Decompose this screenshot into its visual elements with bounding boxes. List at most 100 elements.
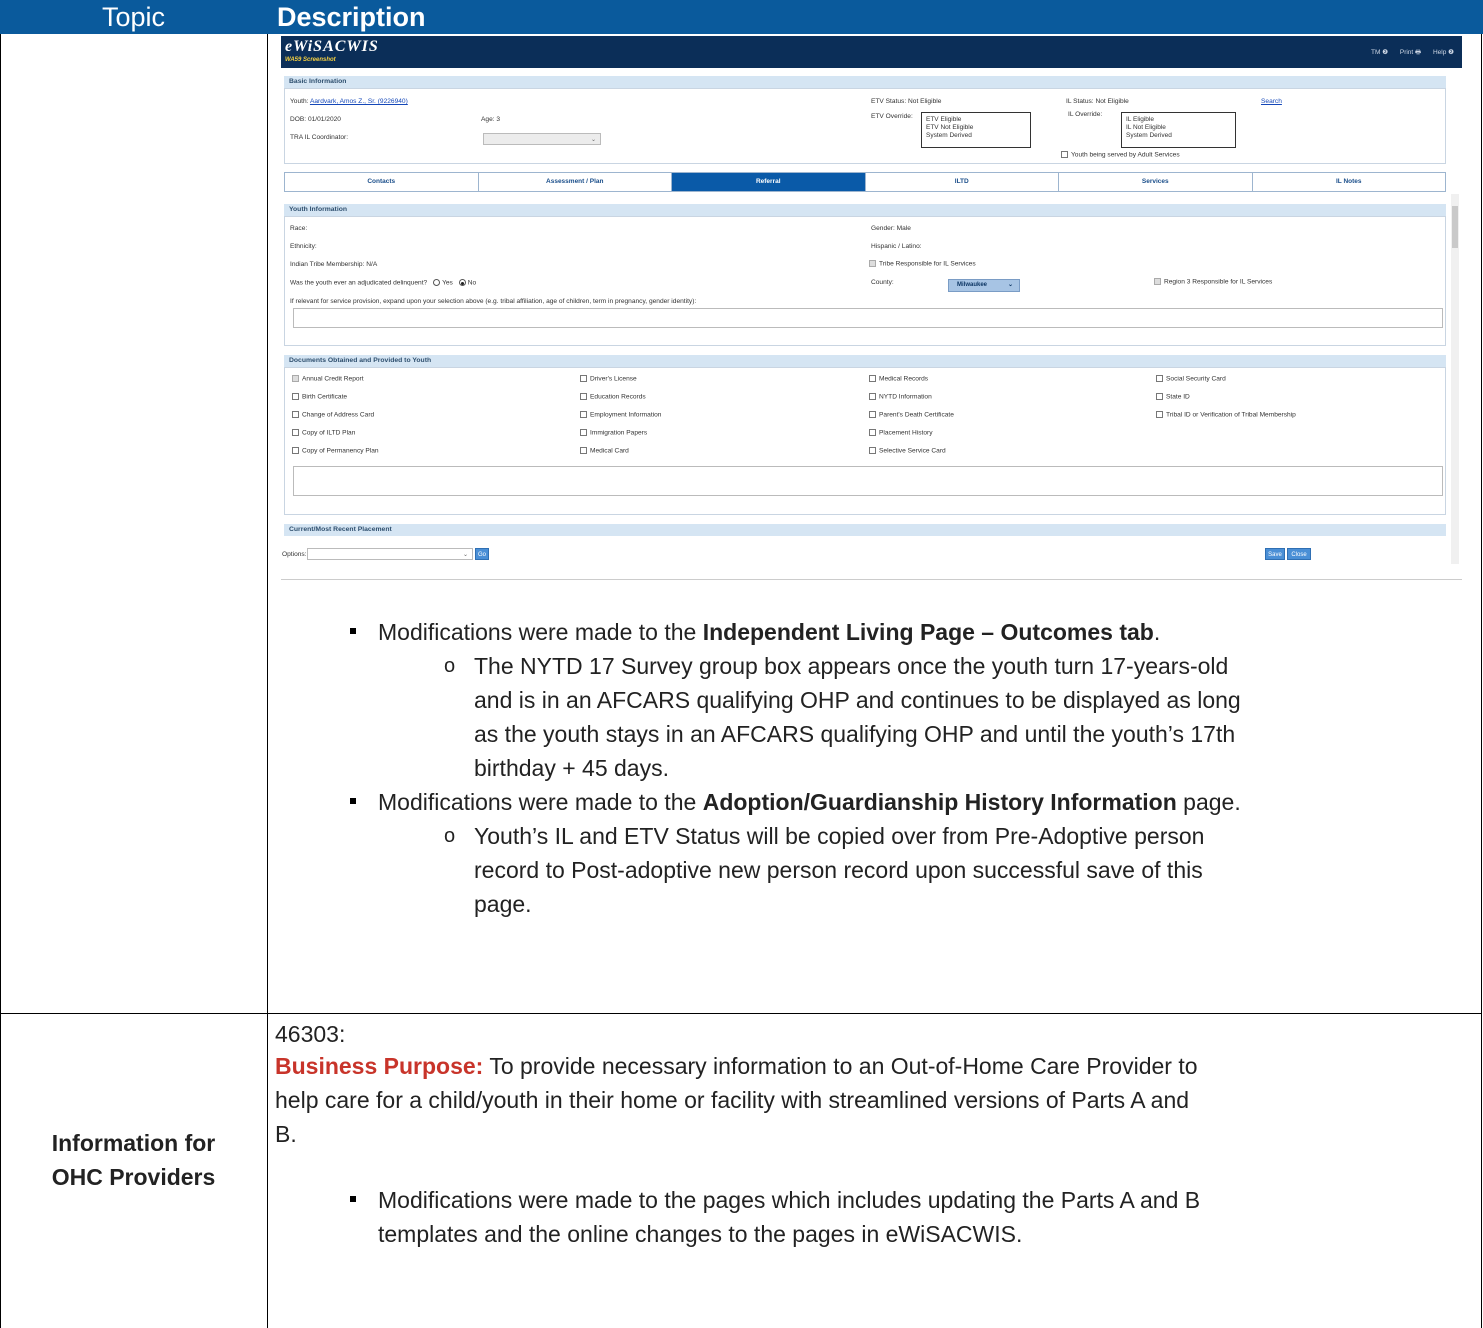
- il-override-label: IL Override:: [1068, 111, 1103, 118]
- il-option[interactable]: IL Eligible: [1126, 116, 1231, 124]
- age-text: Age: 3: [481, 116, 501, 123]
- bullet-outcomes: Modifications were made to the Independe…: [350, 615, 1160, 649]
- yes-label: Yes: [442, 279, 453, 287]
- doc-label: State ID: [1166, 393, 1190, 401]
- doc-checkbox[interactable]: [869, 429, 876, 436]
- doc-checkbox[interactable]: [1156, 393, 1163, 400]
- print-link[interactable]: Print 🖶: [1400, 49, 1421, 56]
- doc-checkbox[interactable]: [292, 375, 299, 382]
- table-border-right: [1481, 34, 1482, 1328]
- expand-prompt: If relevant for service provision, expan…: [290, 298, 697, 305]
- doc-checkbox[interactable]: [580, 447, 587, 454]
- close-button[interactable]: Close: [1287, 548, 1311, 560]
- topic-ohc-providers: Information for OHC Providers: [51, 1130, 216, 1190]
- doc-checkbox[interactable]: [1156, 375, 1163, 382]
- youth-info-header: Youth Information: [284, 204, 1446, 216]
- delinquent-yes-radio[interactable]: [433, 279, 441, 286]
- doc-checkbox[interactable]: [869, 411, 876, 418]
- doc-checkbox[interactable]: [869, 447, 876, 454]
- doc-checkbox[interactable]: [580, 393, 587, 400]
- go-button[interactable]: Go: [475, 548, 489, 560]
- document-table: Topic Description eWiSACWIS WA59 Screens…: [0, 0, 1483, 1328]
- content-scrollbar[interactable]: [1451, 194, 1459, 564]
- coordinator-select[interactable]: ⌄: [483, 133, 601, 145]
- doc-checkbox[interactable]: [292, 393, 299, 400]
- adult-services-checkbox[interactable]: [1061, 151, 1068, 158]
- save-button[interactable]: Save: [1265, 548, 1285, 560]
- ethnicity-label: Ethnicity:: [290, 243, 317, 250]
- options-select[interactable]: ⌄: [307, 548, 473, 560]
- county-select[interactable]: Milwaukee ⌄: [948, 279, 1020, 292]
- ewisacwis-screenshot: eWiSACWIS WA59 Screenshot TM ❷ Print 🖶 H…: [281, 36, 1462, 579]
- screenshot-bottom-rule: [281, 579, 1462, 580]
- tab-contacts[interactable]: Contacts: [284, 172, 478, 192]
- doc-checkbox[interactable]: [1156, 411, 1163, 418]
- etv-override-label: ETV Override:: [871, 113, 913, 120]
- doc-label: Birth Certificate: [302, 393, 348, 401]
- doc-label: Medical Records: [879, 375, 929, 383]
- tab-il-notes[interactable]: IL Notes: [1251, 172, 1446, 192]
- region3-checkbox[interactable]: [1154, 278, 1161, 285]
- doc-label: Education Records: [590, 393, 646, 401]
- search-link[interactable]: Search: [1261, 98, 1282, 105]
- delinquent-question: Was the youth ever an adjudicated delinq…: [290, 279, 428, 287]
- etv-option[interactable]: ETV Not Eligible: [926, 124, 1026, 132]
- sub-bullet-nytd: o The NYTD 17 Survey group box appears o…: [444, 653, 1241, 781]
- documents-header: Documents Obtained and Provided to Youth: [284, 355, 1446, 367]
- app-brand: eWiSACWIS: [285, 38, 379, 55]
- doc-checkbox[interactable]: [869, 375, 876, 382]
- doc-label: Tribal ID or Verification of Tribal Memb…: [1166, 411, 1296, 419]
- etv-option[interactable]: System Derived: [926, 132, 1026, 140]
- il-override-listbox[interactable]: IL Eligible IL Not Eligible System Deriv…: [1121, 112, 1236, 148]
- tab-services[interactable]: Services: [1058, 172, 1252, 192]
- doc-label: Annual Credit Report: [302, 375, 364, 383]
- doc-checkbox[interactable]: [292, 447, 299, 454]
- tab-referral[interactable]: Referral: [671, 172, 865, 192]
- doc-label: Social Security Card: [1166, 375, 1226, 383]
- etv-override-listbox[interactable]: ETV Eligible ETV Not Eligible System Der…: [921, 112, 1031, 148]
- race-label: Race:: [290, 225, 308, 232]
- expand-textarea[interactable]: [293, 308, 1443, 328]
- doc-label: Copy of ILTD Plan: [302, 429, 356, 437]
- tribe-responsible-checkbox[interactable]: [869, 260, 876, 267]
- delinquent-no-radio[interactable]: [458, 279, 466, 286]
- youth-label: Youth:: [290, 98, 309, 105]
- tab-assessment-plan[interactable]: Assessment / Plan: [477, 172, 671, 192]
- county-label: County:: [871, 279, 894, 286]
- doc-checkbox[interactable]: [580, 429, 587, 436]
- doc-checkbox[interactable]: [292, 429, 299, 436]
- tribe-membership: Indian Tribe Membership: N/A: [290, 261, 378, 268]
- tab-iltd[interactable]: ILTD: [864, 172, 1058, 192]
- tm-link[interactable]: TM ❷: [1371, 49, 1388, 56]
- placement-header: Current/Most Recent Placement: [284, 524, 1446, 536]
- il-option[interactable]: System Derived: [1126, 132, 1231, 140]
- documents-textarea[interactable]: [293, 466, 1443, 496]
- tab-strip: Contacts Assessment / Plan Referral ILTD…: [284, 172, 1446, 192]
- no-label: No: [467, 279, 477, 287]
- gender-text: Gender: Male: [871, 225, 911, 232]
- app-titlebar: eWiSACWIS WA59 Screenshot TM ❷ Print 🖶 H…: [281, 36, 1462, 68]
- dob-text: DOB: 01/01/2020: [290, 116, 341, 123]
- header-description: Description: [267, 0, 1483, 34]
- youth-link[interactable]: Aardvark, Amos Z., Sr. (9226940): [310, 98, 408, 105]
- row-divider: [0, 1013, 1482, 1014]
- header-topic: Topic: [0, 0, 267, 34]
- il-option[interactable]: IL Not Eligible: [1126, 124, 1231, 132]
- etv-option[interactable]: ETV Eligible: [926, 116, 1026, 124]
- il-status: IL Status: Not Eligible: [1066, 98, 1129, 105]
- doc-checkbox[interactable]: [580, 375, 587, 382]
- bullet-adoption: Modifications were made to the Adoption/…: [350, 785, 1241, 819]
- doc-checkbox[interactable]: [580, 411, 587, 418]
- doc-checkbox[interactable]: [292, 411, 299, 418]
- doc-label: Parent's Death Certificate: [879, 411, 954, 419]
- doc-label: Driver's License: [590, 375, 637, 383]
- doc-checkbox[interactable]: [869, 393, 876, 400]
- table-divider: [267, 34, 268, 1328]
- doc-label: Medical Card: [590, 447, 629, 455]
- coordinator-label: TRA IL Coordinator:: [290, 134, 349, 141]
- screen-id: WA59 Screenshot: [285, 57, 336, 63]
- adult-services-label: Youth being served by Adult Services: [1071, 151, 1180, 159]
- doc-label: NYTD Information: [879, 393, 932, 401]
- help-link[interactable]: Help ❷: [1433, 49, 1454, 56]
- options-label: Options:: [282, 551, 307, 558]
